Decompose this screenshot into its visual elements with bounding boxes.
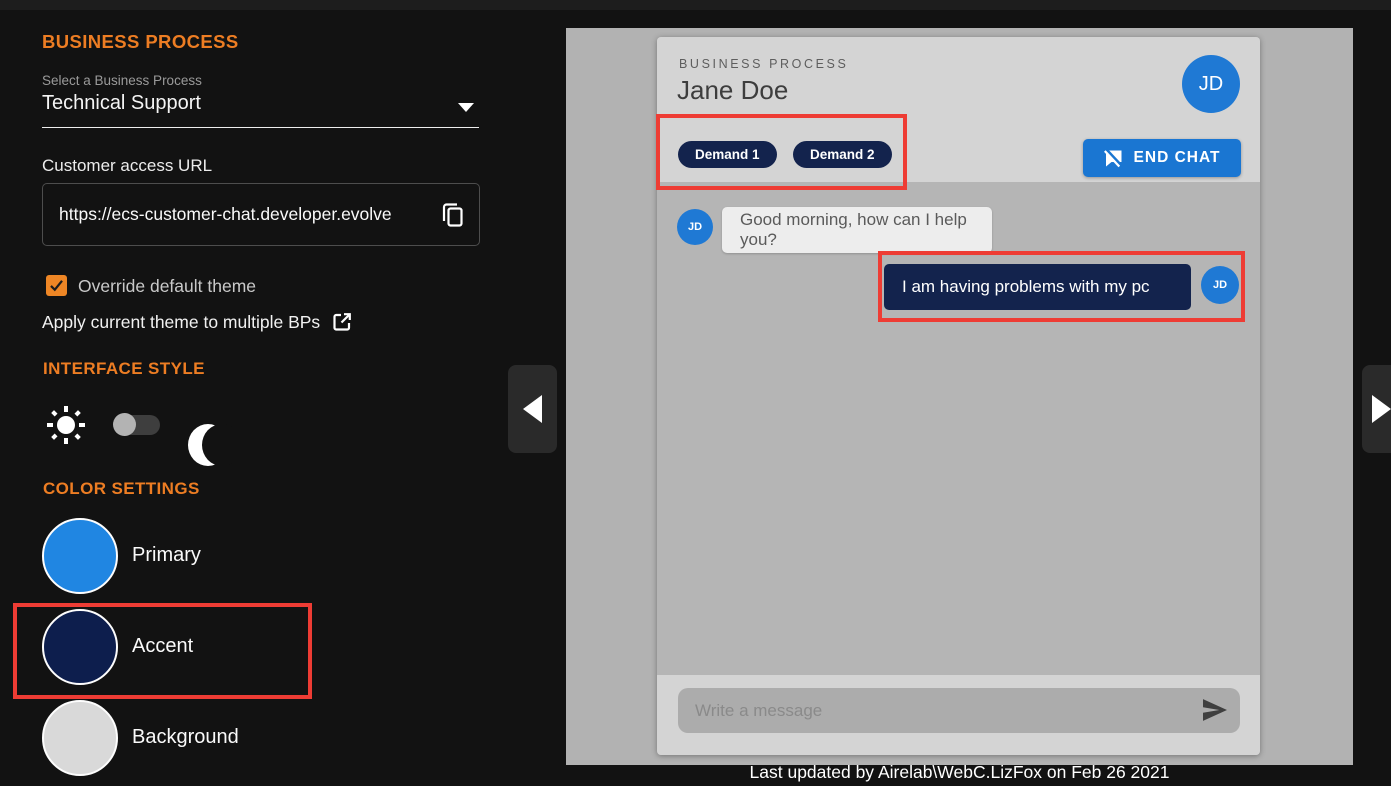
apply-theme-label: Apply current theme to multiple BPs [42,312,320,333]
background-color-swatch[interactable] [42,700,118,776]
theme-toggle[interactable] [114,415,160,435]
collapse-panel-button[interactable] [508,365,557,453]
chat-off-icon [1104,149,1124,168]
customer-access-url-input[interactable] [59,184,427,245]
avatar: JD [1182,55,1240,113]
background-color-label: Background [132,726,239,749]
override-theme-checkbox[interactable] [46,275,67,296]
apply-theme-multiple-bps-link[interactable]: Apply current theme to multiple BPs [42,311,353,333]
theme-toggle-knob[interactable] [113,413,136,436]
message-input-wrap [678,688,1240,733]
triangle-right-icon [1372,395,1391,423]
customer-name: Jane Doe [677,75,788,106]
theme-customization-app: BUSINESS PROCESS Select a Business Proce… [0,0,1391,786]
accent-color-swatch[interactable] [42,609,118,685]
primary-color-label: Primary [132,544,201,567]
select-underline [42,127,479,128]
demand-1-pill[interactable]: Demand 1 [678,141,777,168]
chat-header: BUSINESS PROCESS Jane Doe JD Demand 1 De… [657,37,1260,182]
customer-access-url-label: Customer access URL [42,156,212,176]
expand-panel-button[interactable] [1362,365,1391,453]
demand-2-pill[interactable]: Demand 2 [793,141,892,168]
end-chat-label: END CHAT [1134,149,1221,167]
end-chat-button[interactable]: END CHAT [1083,139,1241,177]
moon-icon [186,423,230,467]
top-strip [0,0,1391,10]
customer-access-url-box [42,183,480,246]
primary-color-swatch[interactable] [42,518,118,594]
agent-message-bubble: Good morning, how can I help you? [722,207,992,253]
interface-style-heading: INTERFACE STYLE [43,359,205,379]
bp-select[interactable]: Technical Support [42,92,201,115]
open-in-new-icon[interactable] [331,311,353,333]
customer-message-bubble: I am having problems with my pc [884,264,1191,310]
chat-header-label: BUSINESS PROCESS [679,57,848,71]
chevron-down-icon[interactable] [458,103,474,112]
agent-message-avatar: JD [677,209,713,245]
message-input[interactable] [695,688,1185,733]
chat-input-bar [657,675,1260,755]
select-bp-label: Select a Business Process [42,73,202,88]
business-process-heading: BUSINESS PROCESS [42,31,239,53]
customer-message-avatar: JD [1201,266,1239,304]
last-updated-text: Last updated by Airelab\WebC.LizFox on F… [566,762,1353,783]
accent-color-label: Accent [132,635,193,658]
sun-icon [44,403,88,452]
chat-preview-area: BUSINESS PROCESS Jane Doe JD Demand 1 De… [566,28,1353,765]
color-settings-heading: COLOR SETTINGS [43,479,200,499]
chat-widget-card: BUSINESS PROCESS Jane Doe JD Demand 1 De… [657,37,1260,755]
copy-icon[interactable] [439,201,467,229]
override-theme-label: Override default theme [78,276,256,297]
send-icon[interactable] [1200,696,1230,726]
triangle-left-icon [523,395,542,423]
